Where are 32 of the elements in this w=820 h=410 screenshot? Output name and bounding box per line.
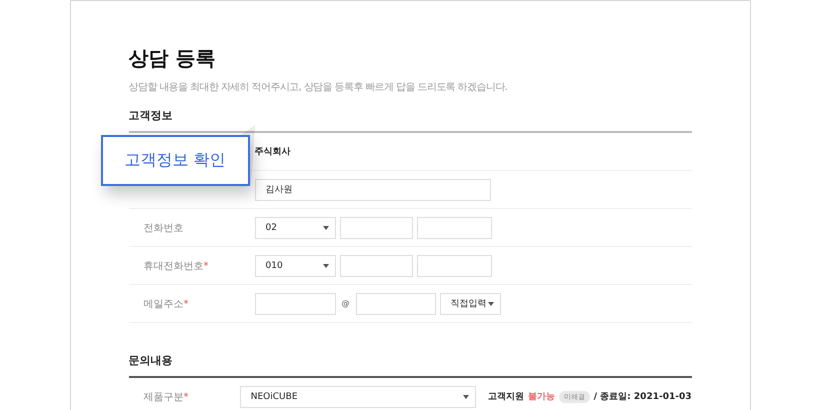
input-field[interactable]: 김사원 — [254, 178, 490, 200]
required-mark: * — [184, 392, 188, 402]
caret-icon — [488, 302, 494, 306]
field-label: 전화번호 — [144, 222, 184, 234]
at-sign: @ — [340, 299, 350, 308]
select-dropdown[interactable]: 010 — [254, 254, 336, 276]
end-date: / 종료일: 2021-01-03 — [594, 391, 692, 403]
caret-icon — [322, 226, 328, 230]
input-field[interactable] — [340, 254, 412, 276]
page-subtitle: 상담할 내용을 최대한 자세히 적어주시고, 상담을 등록후 빠르게 답을 드리도록 하겠습니다. — [128, 81, 508, 94]
section-heading: 문의내용 — [128, 353, 692, 378]
section-heading: 고객정보 — [128, 108, 692, 133]
caret-icon — [322, 264, 328, 268]
select-dropdown[interactable]: 직접입력 — [440, 292, 500, 314]
support-label: 고객지원 — [488, 391, 524, 403]
input-field[interactable] — [340, 216, 412, 238]
select-dropdown[interactable]: 02 — [254, 216, 336, 238]
input-field[interactable] — [356, 292, 436, 314]
input-field[interactable] — [416, 254, 492, 276]
field-label: 제품구분 — [144, 392, 184, 402]
select-dropdown[interactable]: NEOiCUBE — [240, 386, 476, 408]
field-label: 휴대전화번호 — [144, 260, 204, 272]
required-mark: * — [204, 260, 208, 272]
required-mark: * — [184, 298, 188, 310]
page-title: 상담 등록 — [128, 45, 216, 72]
callout-box: 고객정보 확인 — [100, 135, 250, 186]
input-field[interactable] — [254, 292, 336, 314]
field-label: 메일주소 — [144, 298, 184, 310]
company-text: 주식회사 — [254, 146, 290, 158]
support-status: 불가능 — [528, 391, 555, 403]
caret-icon — [462, 394, 469, 398]
input-field[interactable] — [416, 216, 492, 238]
